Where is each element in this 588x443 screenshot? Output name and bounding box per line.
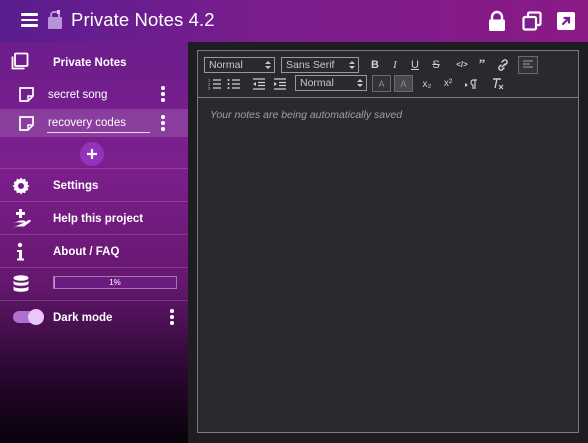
font-select-value: Sans Serif <box>286 59 335 71</box>
note-item-recovery-codes[interactable] <box>0 109 188 137</box>
align-button[interactable] <box>518 56 538 74</box>
gear-icon <box>12 177 30 195</box>
help-project-label: Help this project <box>53 213 144 225</box>
database-icon <box>13 275 29 292</box>
text-direction-icon[interactable] <box>463 77 479 91</box>
superscript-button[interactable]: x² <box>440 77 456 91</box>
plus-icon <box>87 149 97 159</box>
outdent-icon[interactable] <box>251 77 267 91</box>
note-label: secret song <box>48 89 108 101</box>
about-faq-label: About / FAQ <box>53 246 120 258</box>
bold-button[interactable]: B <box>367 58 383 72</box>
font-select[interactable]: Sans Serif <box>281 57 359 73</box>
open-external-icon[interactable] <box>555 10 577 32</box>
notebook-label: Private Notes <box>53 57 127 69</box>
note-options-icon[interactable] <box>158 86 168 102</box>
menu-icon[interactable] <box>21 13 38 27</box>
editor-toolbar: Normal Sans Serif B I U S </> ” 1 2 3 No… <box>198 51 578 98</box>
app-title: Private Notes 4.2 <box>71 9 215 30</box>
italic-button[interactable]: I <box>387 58 403 72</box>
strike-button[interactable]: S <box>428 58 444 72</box>
note-options-icon[interactable] <box>158 115 168 131</box>
storage-progress-bar: 1% <box>53 276 177 289</box>
dark-mode-toggle[interactable] <box>13 309 44 325</box>
app-logo-icon <box>48 10 62 29</box>
app-header: Private Notes 4.2 <box>0 0 588 42</box>
select-caret-icon <box>357 79 363 87</box>
dark-mode-options-icon[interactable] <box>167 309 177 325</box>
select-caret-icon <box>349 61 355 69</box>
header-select-value: Normal <box>209 59 243 71</box>
ordered-list-icon[interactable]: 1 2 3 <box>207 77 223 91</box>
link-icon[interactable] <box>495 58 511 72</box>
storage-progress-text: 1% <box>109 278 121 287</box>
settings-label: Settings <box>53 180 99 192</box>
notebook-icon <box>11 52 29 70</box>
quote-button[interactable]: ” <box>474 57 490 71</box>
sidebar-item-storage: 1% <box>0 268 188 301</box>
sidebar-item-help-project[interactable]: Help this project <box>0 202 188 235</box>
note-icon <box>19 116 34 131</box>
add-note-button[interactable] <box>80 142 104 166</box>
sidebar-item-about-faq[interactable]: About / FAQ <box>0 235 188 268</box>
note-item-secret-song[interactable]: secret song <box>0 80 188 108</box>
editor-placeholder: Your notes are being automatically saved <box>210 109 403 121</box>
clear-format-icon[interactable] <box>490 77 506 91</box>
underline-button[interactable]: U <box>407 58 423 72</box>
copy-window-icon[interactable] <box>521 10 543 32</box>
header-select[interactable]: Normal <box>204 57 275 73</box>
size-select-value: Normal <box>300 77 334 89</box>
text-color-button[interactable]: A <box>372 75 391 92</box>
svg-text:3: 3 <box>208 86 211 91</box>
align-left-icon <box>523 60 533 68</box>
info-icon <box>17 242 24 261</box>
dark-mode-label: Dark mode <box>53 312 113 324</box>
indent-icon[interactable] <box>272 77 288 91</box>
toggle-knob <box>28 309 44 325</box>
donate-hand-icon <box>12 209 31 228</box>
sidebar-item-notebook[interactable]: Private Notes <box>0 42 188 76</box>
highlight-color-button[interactable]: A <box>394 75 413 92</box>
lock-icon[interactable] <box>486 10 508 32</box>
editor: Normal Sans Serif B I U S </> ” 1 2 3 No… <box>197 50 579 433</box>
size-select[interactable]: Normal <box>295 75 367 91</box>
note-icon <box>19 87 34 102</box>
editor-content-area[interactable]: Your notes are being automatically saved <box>198 99 578 432</box>
sidebar-item-settings[interactable]: Settings <box>0 169 188 202</box>
sidebar-item-dark-mode: Dark mode <box>0 301 188 334</box>
code-button[interactable]: </> <box>454 58 470 72</box>
subscript-button[interactable]: x₂ <box>419 78 435 92</box>
bullet-list-icon[interactable] <box>226 77 242 91</box>
note-title-input[interactable] <box>47 113 150 133</box>
sidebar: Private Notes secret song Settings <box>0 42 188 443</box>
select-caret-icon <box>265 61 271 69</box>
